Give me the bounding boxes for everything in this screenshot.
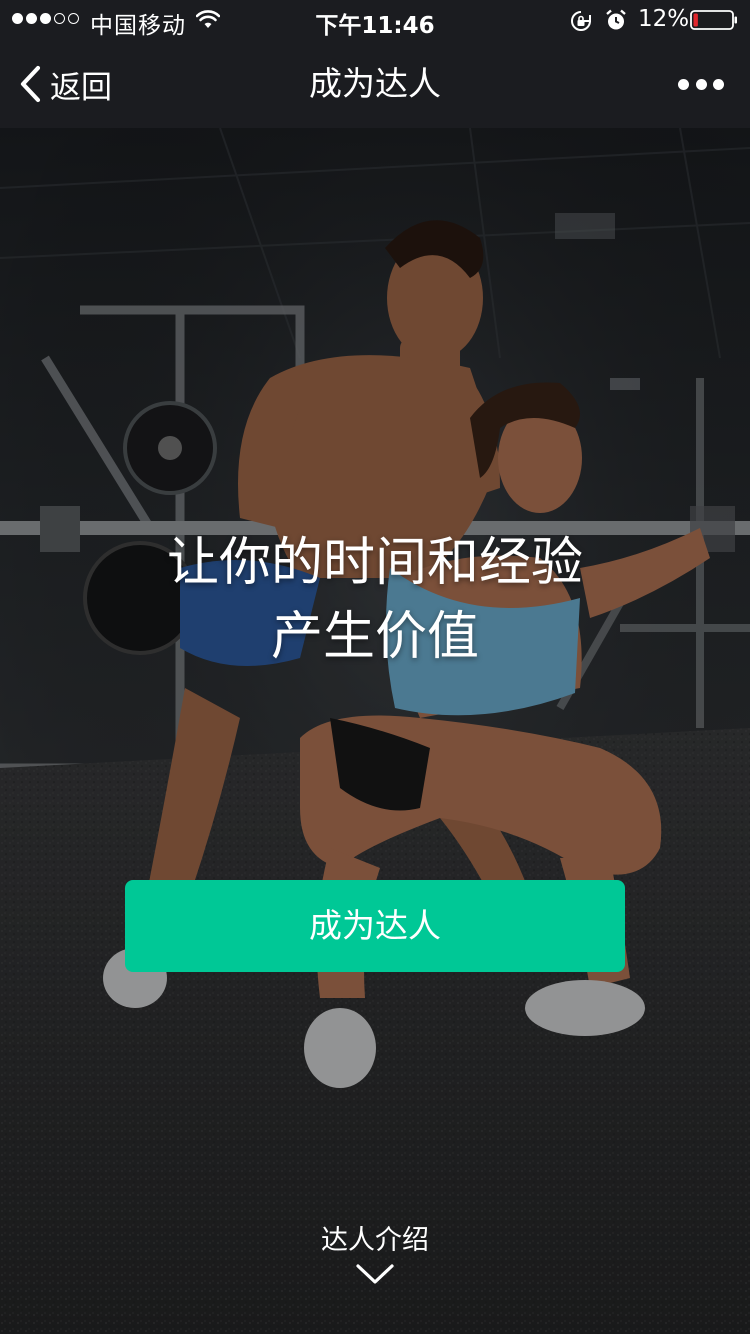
- gym-photo: [0, 128, 750, 1334]
- expert-intro-link[interactable]: 达人介绍: [0, 1224, 750, 1286]
- screen: 中国移动 下午11:46 12% 返回 成为达人 让你的时间和经验 产生价值 成…: [0, 0, 750, 1334]
- headline-line-1: 让你的时间和经验: [166, 533, 583, 593]
- alarm-icon: [606, 9, 626, 30]
- battery-percent: 12%: [638, 6, 690, 32]
- back-label: 返回: [50, 69, 112, 106]
- chevron-left-icon: [20, 65, 41, 103]
- more-dots-icon[interactable]: [678, 74, 724, 94]
- hero-banner: 让你的时间和经验 产生价值 成为达人 达人介绍: [0, 128, 750, 1334]
- become-expert-button[interactable]: 成为达人: [125, 880, 625, 972]
- rotation-lock-icon: [571, 11, 591, 31]
- expert-intro-label: 达人介绍: [321, 1225, 429, 1256]
- status-bar: 中国移动 下午11:46 12%: [0, 0, 750, 40]
- back-button[interactable]: 返回: [18, 62, 112, 106]
- headline-line-2: 产生价值: [270, 607, 479, 667]
- headline: 让你的时间和经验 产生价值: [0, 526, 750, 674]
- nav-bar: 返回 成为达人: [0, 40, 750, 128]
- battery-icon: [690, 10, 737, 30]
- chevron-down-icon: [356, 1264, 394, 1284]
- page-title: 成为达人: [309, 64, 441, 103]
